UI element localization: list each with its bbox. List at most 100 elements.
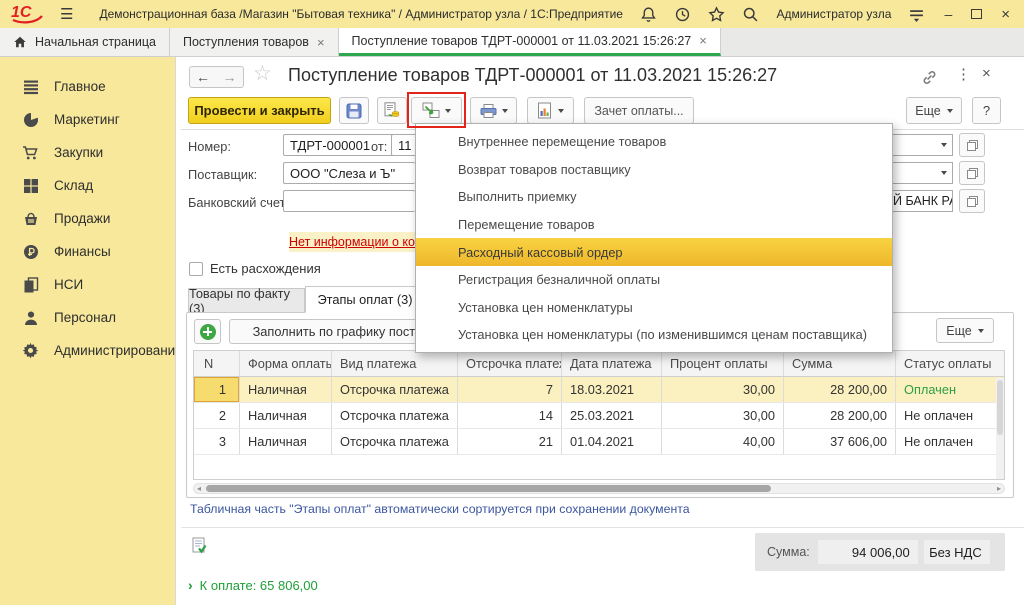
open-value-button-2[interactable] [959,161,985,185]
cell-payment-date[interactable]: 01.04.2021 [562,429,662,454]
sidebar-item-marketing[interactable]: Маркетинг [0,103,175,136]
menu-item-vypolnit-priemku[interactable]: Выполнить приемку [416,183,892,211]
table-row[interactable]: 3 Наличная Отсрочка платежа 21 01.04.202… [194,429,1004,455]
close-window-button[interactable]: × [999,6,1012,23]
col-header-payment-form[interactable]: Форма оплаты [240,351,332,376]
tab-postuplenie-dokument[interactable]: Поступление товаров ТДРТ-000001 от 11.03… [339,28,721,56]
col-header-payment-type[interactable]: Вид платежа [332,351,458,376]
cell-payment-type[interactable]: Отсрочка платежа [332,377,458,402]
service-menu-icon[interactable] [908,6,925,23]
supplier-field[interactable]: ООО "Слеза и Ъ" [283,162,415,184]
notifications-bell-icon[interactable] [640,6,657,23]
dropdown-arrow-icon[interactable] [941,143,947,147]
to-pay-section[interactable]: › К оплате: 65 806,00 [188,577,318,593]
col-header-payment-status[interactable]: Статус оплаты [896,351,1004,376]
menu-item-registratsiya-beznalichnoy[interactable]: Регистрация безналичной оплаты [416,266,892,294]
tab-home[interactable]: Начальная страница [0,28,170,56]
scrollbar-thumb[interactable] [997,380,1003,435]
more-actions-dots-icon[interactable]: ⋮ [956,65,971,83]
cell-payment-percent[interactable]: 40,00 [662,429,784,454]
post-document-button[interactable] [377,97,407,124]
reports-button[interactable] [527,97,574,124]
cell-payment-status[interactable]: Не оплачен [896,403,1004,428]
save-button[interactable] [339,97,369,124]
col-header-sum[interactable]: Сумма [784,351,896,376]
right-field-3-fragment[interactable]: Й БАНК РА: [893,190,953,212]
open-value-button-1[interactable] [959,133,985,157]
document-posted-icon[interactable] [192,537,208,557]
menu-item-vnutrennee-peremeshchenie[interactable]: Внутреннее перемещение товаров [416,128,892,156]
more-button-table[interactable]: Еще [936,318,994,343]
sidebar-item-nsi[interactable]: НСИ [0,268,175,301]
cell-payment-percent[interactable]: 30,00 [662,403,784,428]
cell-payment-type[interactable]: Отсрочка платежа [332,403,458,428]
table-row[interactable]: 2 Наличная Отсрочка платежа 14 25.03.202… [194,403,1004,429]
menu-item-ustanovka-tsen[interactable]: Установка цен номенклатуры [416,294,892,322]
search-icon[interactable] [742,6,759,23]
cell-payment-date[interactable]: 25.03.2021 [562,403,662,428]
cell-payment-status[interactable]: Не оплачен [896,429,1004,454]
favorites-star-icon[interactable] [708,6,725,23]
cell-payment-form[interactable]: Наличная [240,403,332,428]
scroll-left-arrow-icon[interactable]: ◂ [197,485,201,493]
open-value-button-3[interactable] [959,189,985,213]
cell-payment-status[interactable]: Оплачен [896,377,1004,402]
table-vertical-scrollbar[interactable] [996,378,1004,479]
to-pay-link[interactable]: К оплате: 65 806,00 [200,578,318,593]
menu-item-rashodny-kassovy-order[interactable]: Расходный кассовый ордер [416,238,892,266]
close-tab-icon[interactable]: × [317,35,325,50]
dropdown-arrow-icon[interactable] [941,171,947,175]
close-document-icon[interactable]: × [982,65,991,82]
cell-sum[interactable]: 37 606,00 [784,429,896,454]
cell-deferral[interactable]: 7 [458,377,562,402]
post-and-close-button[interactable]: Провести и закрыть [188,97,331,124]
help-button[interactable]: ? [972,97,1001,124]
more-button-top[interactable]: Еще [906,97,962,124]
scrollbar-thumb[interactable] [206,485,771,492]
offset-payment-button[interactable]: Зачет оплаты... [584,97,694,124]
date-field[interactable]: 11 [391,134,417,156]
bank-account-field[interactable] [283,190,415,212]
col-header-payment-percent[interactable]: Процент оплаты [662,351,784,376]
sidebar-item-glavnoe[interactable]: Главное [0,70,175,103]
tab-tovary-po-faktu[interactable]: Товары по факту (3) [188,288,305,313]
sidebar-item-sklad[interactable]: Склад [0,169,175,202]
nav-back-button[interactable]: ← [189,66,217,88]
add-row-button[interactable] [194,319,221,344]
cell-payment-type[interactable]: Отсрочка платежа [332,429,458,454]
cell-n[interactable]: 1 [194,377,240,402]
minimize-button[interactable]: – [942,6,954,22]
cell-deferral[interactable]: 14 [458,403,562,428]
print-button[interactable] [470,97,517,124]
tab-postupleniya-tovarov[interactable]: Поступления товаров × [170,28,339,56]
cell-n[interactable]: 3 [194,429,240,454]
sidebar-item-personal[interactable]: Персонал [0,301,175,334]
cell-payment-form[interactable]: Наличная [240,377,332,402]
cell-n[interactable]: 2 [194,403,240,428]
favorite-star-icon[interactable]: ☆ [253,61,272,86]
close-tab-icon[interactable]: × [699,33,707,48]
scroll-right-arrow-icon[interactable]: ▸ [997,485,1001,493]
cell-payment-form[interactable]: Наличная [240,429,332,454]
menu-item-ustanovka-tsen-izmenivshimsya[interactable]: Установка цен номенклатуры (по изменивши… [416,321,892,349]
tab-etapy-oplat[interactable]: Этапы оплат (3) [305,286,425,313]
table-horizontal-scrollbar[interactable]: ◂ ▸ [193,483,1005,494]
cell-payment-date[interactable]: 18.03.2021 [562,377,662,402]
nav-forward-button[interactable]: → [216,66,244,88]
sidebar-item-zakupki[interactable]: Закупки [0,136,175,169]
col-header-n[interactable]: N [194,351,240,376]
main-menu-icon[interactable]: ☰ [60,5,73,23]
cell-payment-percent[interactable]: 30,00 [662,377,784,402]
history-clock-icon[interactable] [674,6,691,23]
right-field-2-fragment[interactable] [893,162,953,184]
menu-item-vozvrat-tovarov[interactable]: Возврат товаров поставщику [416,156,892,184]
maximize-button[interactable] [971,9,982,19]
cell-sum[interactable]: 28 200,00 [784,377,896,402]
col-header-payment-date[interactable]: Дата платежа [562,351,662,376]
warning-link[interactable]: Нет информации о кон [289,235,415,249]
cell-deferral[interactable]: 21 [458,429,562,454]
current-user[interactable]: Администратор узла [776,7,891,21]
sidebar-item-administrirovanie[interactable]: Администрирование [0,334,175,367]
right-field-1-fragment[interactable] [893,134,953,156]
col-header-deferral[interactable]: Отсрочка платежа [458,351,562,376]
